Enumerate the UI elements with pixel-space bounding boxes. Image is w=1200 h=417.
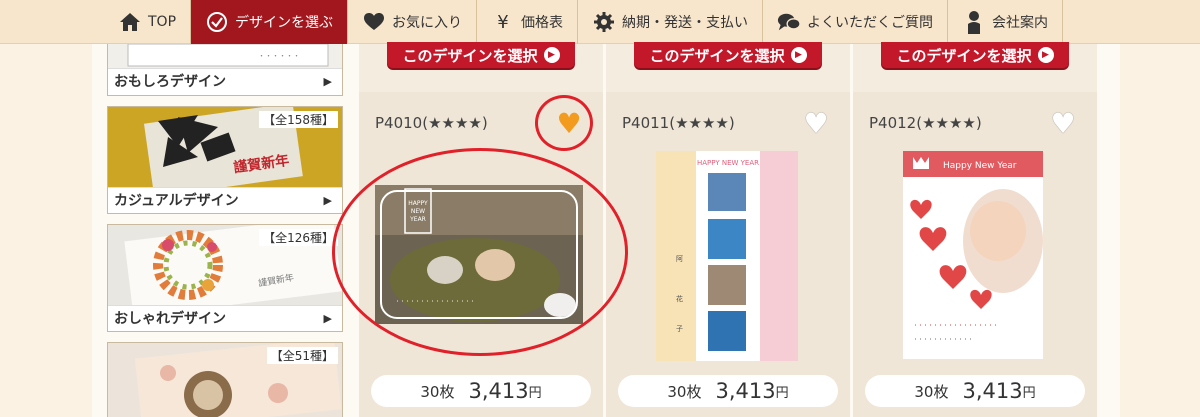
product-thumbnail[interactable]: HAPPY NEW YEAR 阿 花 子: [656, 151, 798, 361]
nav-label: よくいただくご質問: [807, 15, 934, 31]
nav-faq[interactable]: よくいただくご質問: [762, 0, 947, 44]
price-box: 30枚 3,413 円: [371, 375, 591, 407]
heart-icon: [362, 10, 386, 34]
nav-label: 価格表: [521, 15, 564, 31]
chat-bubble-icon: [777, 10, 801, 34]
prev-row-footer: このデザインを選択 ▶: [359, 42, 603, 82]
nav-delivery[interactable]: 納期・発送・支払い: [577, 0, 762, 44]
svg-text:YEAR: YEAR: [409, 216, 426, 223]
category-thumbnail: ・・・・・・: [108, 44, 342, 68]
category-label: おもしろデザイン: [114, 74, 226, 90]
select-design-button[interactable]: このデザインを選択 ▶: [387, 42, 575, 68]
product-card-p4011[interactable]: P4011(★★★★) ♥ HAPPY NEW YEAR 阿 花 子 30枚 3…: [606, 92, 850, 417]
product-code: P4011(★★★★): [622, 114, 735, 132]
button-label: このデザインを選択: [896, 46, 1032, 65]
svg-text:・・・・・・・・・・・・・・・・: ・・・・・・・・・・・・・・・・: [395, 299, 475, 305]
category-link[interactable]: おもしろデザイン ▶: [108, 68, 342, 94]
category-count: 【全126種】: [259, 229, 338, 246]
price-quantity: 30枚: [420, 382, 455, 401]
price-unit: 円: [1022, 385, 1036, 401]
play-circle-icon: ▶: [790, 47, 807, 63]
product-thumbnail[interactable]: HAPPY NEW YEAR ・・・・・・・・・・・・・・・・: [375, 185, 583, 324]
price-unit: 円: [528, 385, 542, 401]
play-circle-icon: ▶: [543, 47, 560, 63]
favorite-heart-icon[interactable]: ♥: [800, 110, 832, 138]
price-value: 3,413: [962, 379, 1023, 403]
price-quantity: 30枚: [914, 382, 949, 401]
svg-text:・・・・・・・・・・・・: ・・・・・・・・・・・・: [913, 337, 973, 343]
product-column: このデザインを選択 ▶ P4012(★★★★) ♥ Happy New Year…: [853, 42, 1097, 417]
person-icon: [962, 10, 986, 34]
left-decoration: [0, 0, 100, 417]
category-link[interactable]: おしゃれデザイン ▶: [108, 305, 342, 331]
select-design-button[interactable]: このデザインを選択 ▶: [634, 42, 822, 68]
price-box: 30枚 3,413 円: [865, 375, 1085, 407]
favorite-heart-icon[interactable]: ♥: [1047, 110, 1079, 138]
svg-text:Happy New Year: Happy New Year: [943, 161, 1017, 171]
nav-label: お気に入り: [392, 15, 463, 31]
svg-text:子: 子: [676, 325, 683, 333]
price-value: 3,413: [468, 379, 529, 403]
category-oshare[interactable]: 謹賀新年 【全126種】 おしゃれデザイン ▶: [107, 224, 343, 332]
product-column: このデザインを選択 ▶ P4011(★★★★) ♥ HAPPY NEW YEAR…: [606, 42, 850, 417]
category-label: カジュアルデザイン: [114, 193, 239, 209]
prev-row-footer: このデザインを選択 ▶: [606, 42, 850, 82]
nav-favorites[interactable]: お気に入り: [347, 0, 476, 44]
arrow-right-icon: ▶: [323, 312, 332, 325]
product-code: P4010(★★★★): [375, 114, 488, 132]
yen-icon: ¥: [497, 11, 509, 33]
nav-price-list[interactable]: ¥ 価格表: [476, 0, 577, 44]
price-quantity: 30枚: [667, 382, 702, 401]
nav-label: デザインを選ぶ: [235, 15, 334, 31]
nav-label: 納期・発送・支払い: [622, 15, 749, 31]
product-card-p4012[interactable]: P4012(★★★★) ♥ Happy New Year ・・・・・・・・・・・…: [853, 92, 1097, 417]
svg-text:・・・・・・: ・・・・・・: [258, 52, 300, 60]
price-value: 3,413: [715, 379, 776, 403]
check-circle-icon: [205, 10, 229, 34]
nav-top[interactable]: TOP: [104, 0, 190, 44]
prev-row-footer: このデザインを選択 ▶: [853, 42, 1097, 82]
price-unit: 円: [775, 385, 789, 401]
nav-label: TOP: [148, 14, 177, 30]
nav-label: 会社案内: [992, 15, 1049, 31]
category-omoshiro[interactable]: ・・・・・・ おもしろデザイン ▶: [107, 44, 343, 96]
category-count: 【全158種】: [259, 111, 338, 128]
product-column: このデザインを選択 ▶ P4010(★★★★) ♥ HAPPY NEW YEAR…: [359, 42, 603, 417]
category-casual[interactable]: 謹賀新年 【全158種】 カジュアルデザイン ▶: [107, 106, 343, 214]
favorite-heart-icon[interactable]: ♥: [553, 110, 585, 138]
global-nav: TOP デザインを選ぶ お気に入り ¥ 価格表 納期・発送・支払い よくいただく…: [0, 0, 1200, 44]
product-card-p4010[interactable]: P4010(★★★★) ♥ HAPPY NEW YEAR ・・・・・・・・・・・…: [359, 92, 603, 417]
button-label: このデザインを選択: [649, 46, 785, 65]
arrow-right-icon: ▶: [323, 75, 332, 88]
home-icon: [118, 10, 142, 34]
category-link[interactable]: カジュアルデザイン ▶: [108, 187, 342, 213]
category-photo[interactable]: 【全51種】: [107, 342, 343, 417]
product-code: P4012(★★★★): [869, 114, 982, 132]
nav-select-design[interactable]: デザインを選ぶ: [190, 0, 348, 44]
price-box: 30枚 3,413 円: [618, 375, 838, 407]
nav-company[interactable]: 会社案内: [947, 0, 1064, 44]
svg-text:・・・・・・・・・・・・・・・・・: ・・・・・・・・・・・・・・・・・: [913, 323, 998, 329]
product-thumbnail[interactable]: Happy New Year ・・・・・・・・・・・・・・・・・ ・・・・・・・…: [903, 151, 1043, 359]
category-count: 【全51種】: [266, 347, 338, 364]
gear-icon: [592, 10, 616, 34]
play-circle-icon: ▶: [1037, 47, 1054, 63]
svg-text:HAPPY NEW YEAR: HAPPY NEW YEAR: [697, 159, 759, 167]
button-label: このデザインを選択: [402, 46, 538, 65]
select-design-button[interactable]: このデザインを選択 ▶: [881, 42, 1069, 68]
svg-text:阿: 阿: [676, 254, 683, 263]
svg-text:花: 花: [676, 294, 683, 303]
svg-text:NEW: NEW: [411, 208, 425, 215]
right-decoration: [1120, 0, 1200, 417]
svg-text:HAPPY: HAPPY: [408, 200, 428, 207]
category-label: おしゃれデザイン: [114, 311, 226, 327]
arrow-right-icon: ▶: [323, 194, 332, 207]
